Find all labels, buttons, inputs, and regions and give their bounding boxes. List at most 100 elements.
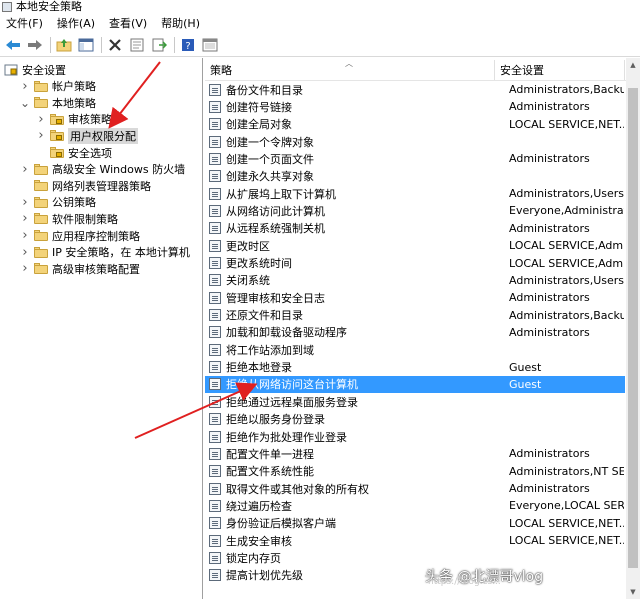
policy-row[interactable]: 拒绝从网络访问这台计算机 Guest: [205, 375, 625, 393]
policy-name: 配置文件系统性能: [226, 465, 314, 479]
scroll-up-icon[interactable]: ▲: [626, 58, 640, 72]
locked-folder-icon: [50, 147, 64, 158]
toolbar-separator: [101, 36, 102, 53]
policy-setting: Everyone,Administrat...: [509, 204, 624, 218]
tree-item-label: 公钥策略: [52, 196, 96, 210]
show-tree-icon[interactable]: [76, 35, 96, 55]
chevron-right-icon[interactable]: ›: [20, 228, 30, 243]
forward-arrow-icon[interactable]: [25, 35, 45, 55]
chevron-down-icon[interactable]: ⌄: [20, 96, 30, 110]
column-header-setting[interactable]: 安全设置: [495, 60, 625, 80]
tree-item-label: 用户权限分配: [68, 127, 138, 144]
menu-help[interactable]: 帮助(H): [161, 15, 200, 31]
chevron-right-icon[interactable]: ›: [20, 79, 30, 94]
policy-icon: [209, 204, 221, 217]
tree-item[interactable]: › 高级安全 Windows 防火墙: [20, 161, 185, 178]
back-arrow-icon[interactable]: [3, 35, 23, 55]
chevron-right-icon[interactable]: ›: [20, 195, 30, 210]
policy-name: 拒绝作为批处理作业登录: [226, 430, 347, 444]
policy-icon: [209, 395, 221, 408]
tree-item[interactable]: › 高级审核策略配置: [20, 260, 140, 277]
tree-item[interactable]: 网络列表管理器策略: [20, 177, 151, 194]
policy-setting: Administrators: [509, 447, 590, 461]
policy-row[interactable]: 将工作站添加到域: [205, 341, 625, 358]
policy-row[interactable]: 拒绝以服务身份登录: [205, 411, 625, 428]
folder-icon: [34, 163, 48, 175]
help-icon[interactable]: ?: [178, 35, 198, 55]
tree-item[interactable]: › 帐户策略: [20, 78, 96, 95]
policy-row[interactable]: 取得文件或其他对象的所有权 Administrators: [205, 480, 625, 497]
policy-row[interactable]: 从网络访问此计算机 Everyone,Administrat...: [205, 202, 625, 219]
scroll-thumb[interactable]: [628, 88, 638, 568]
chevron-right-icon[interactable]: ›: [20, 162, 30, 177]
tree-item-label: 应用程序控制策略: [52, 229, 140, 243]
policy-icon: [209, 482, 221, 495]
app-icon: [2, 1, 12, 12]
policy-setting: Administrators: [509, 100, 590, 114]
policy-row[interactable]: 创建符号链接 Administrators: [205, 98, 625, 115]
toolbar-separator: [50, 36, 51, 53]
chevron-right-icon[interactable]: ›: [20, 211, 30, 226]
delete-icon[interactable]: [105, 35, 125, 55]
chevron-right-icon[interactable]: ›: [36, 112, 46, 127]
policy-row[interactable]: 更改时区 LOCAL SERVICE,Admi...: [205, 237, 625, 254]
policy-row[interactable]: 更改系统时间 LOCAL SERVICE,Admi...: [205, 255, 625, 272]
tree-item[interactable]: ⌄ 本地策略: [20, 94, 96, 111]
properties-icon[interactable]: [127, 35, 147, 55]
policy-icon: [209, 499, 221, 512]
policy-row[interactable]: 生成安全审核 LOCAL SERVICE,NET...: [205, 532, 625, 549]
policy-row[interactable]: 创建永久共享对象: [205, 168, 625, 185]
policy-name: 生成安全审核: [226, 534, 292, 548]
policy-row[interactable]: 管理审核和安全日志 Administrators: [205, 289, 625, 306]
tree-item[interactable]: › IP 安全策略，在 本地计算机: [20, 244, 189, 261]
policy-row[interactable]: 身份验证后模拟客户端 LOCAL SERVICE,NET...: [205, 515, 625, 532]
tree-item[interactable]: › 公钥策略: [20, 194, 96, 211]
tree-item[interactable]: 安全设置: [4, 61, 66, 78]
policy-name: 创建符号链接: [226, 100, 292, 114]
policy-row[interactable]: 关闭系统 Administrators,Users,...: [205, 272, 625, 289]
chevron-right-icon[interactable]: ›: [20, 245, 30, 260]
policy-icon: [209, 100, 221, 113]
chevron-right-icon[interactable]: ›: [20, 261, 30, 276]
policy-row[interactable]: 绕过遍历检查 Everyone,LOCAL SERV...: [205, 497, 625, 514]
policy-row[interactable]: 从远程系统强制关机 Administrators: [205, 220, 625, 237]
vertical-scrollbar[interactable]: ▲ ▼: [626, 58, 640, 599]
menu-file[interactable]: 文件(F): [6, 15, 43, 31]
policy-icon: [209, 413, 221, 426]
locked-folder-icon: [50, 113, 64, 125]
policy-row[interactable]: 配置文件单一进程 Administrators: [205, 445, 625, 462]
tree-item[interactable]: › 软件限制策略: [20, 210, 118, 227]
policy-row[interactable]: 加载和卸载设备驱动程序 Administrators: [205, 324, 625, 341]
policy-row[interactable]: 拒绝作为批处理作业登录: [205, 428, 625, 445]
scroll-down-icon[interactable]: ▼: [626, 585, 640, 599]
policy-row[interactable]: 还原文件和目录 Administrators,Backu...: [205, 307, 625, 324]
menu-view[interactable]: 查看(V): [109, 15, 147, 31]
policy-row[interactable]: 创建全局对象 LOCAL SERVICE,NET...: [205, 116, 625, 133]
policy-row[interactable]: 创建一个令牌对象: [205, 133, 625, 150]
policy-name: 拒绝通过远程桌面服务登录: [226, 395, 358, 409]
policy-row[interactable]: 拒绝本地登录 Guest: [205, 359, 625, 376]
policy-row[interactable]: 备份文件和目录 Administrators,Backu...: [205, 81, 625, 98]
console-view-icon[interactable]: [200, 35, 220, 55]
policy-name: 拒绝以服务身份登录: [226, 413, 325, 427]
policy-name: 拒绝本地登录: [226, 361, 292, 375]
policy-row[interactable]: 配置文件系统性能 Administrators,NT SE...: [205, 463, 625, 480]
policy-icon: [209, 361, 221, 374]
tree-item[interactable]: › 应用程序控制策略: [20, 227, 140, 244]
tree-item[interactable]: › 审核策略: [36, 111, 112, 128]
policy-row[interactable]: 锁定内存页: [205, 549, 625, 566]
menu-action[interactable]: 操作(A): [57, 15, 95, 31]
policy-row[interactable]: 拒绝通过远程桌面服务登录: [205, 393, 625, 410]
policy-name: 从远程系统强制关机: [226, 222, 325, 236]
folder-icon: [34, 213, 48, 225]
export-icon[interactable]: [149, 35, 169, 55]
policy-icon: [209, 187, 221, 200]
chevron-right-icon[interactable]: ›: [36, 128, 46, 143]
up-folder-icon[interactable]: [54, 35, 74, 55]
tree-item[interactable]: › 用户权限分配: [36, 127, 138, 144]
policy-row[interactable]: 创建一个页面文件 Administrators: [205, 150, 625, 167]
policy-row[interactable]: 从扩展坞上取下计算机 Administrators,Users: [205, 185, 625, 202]
policy-row[interactable]: 提高计划优先级: [205, 567, 625, 584]
tree-item[interactable]: 安全选项: [36, 144, 112, 161]
